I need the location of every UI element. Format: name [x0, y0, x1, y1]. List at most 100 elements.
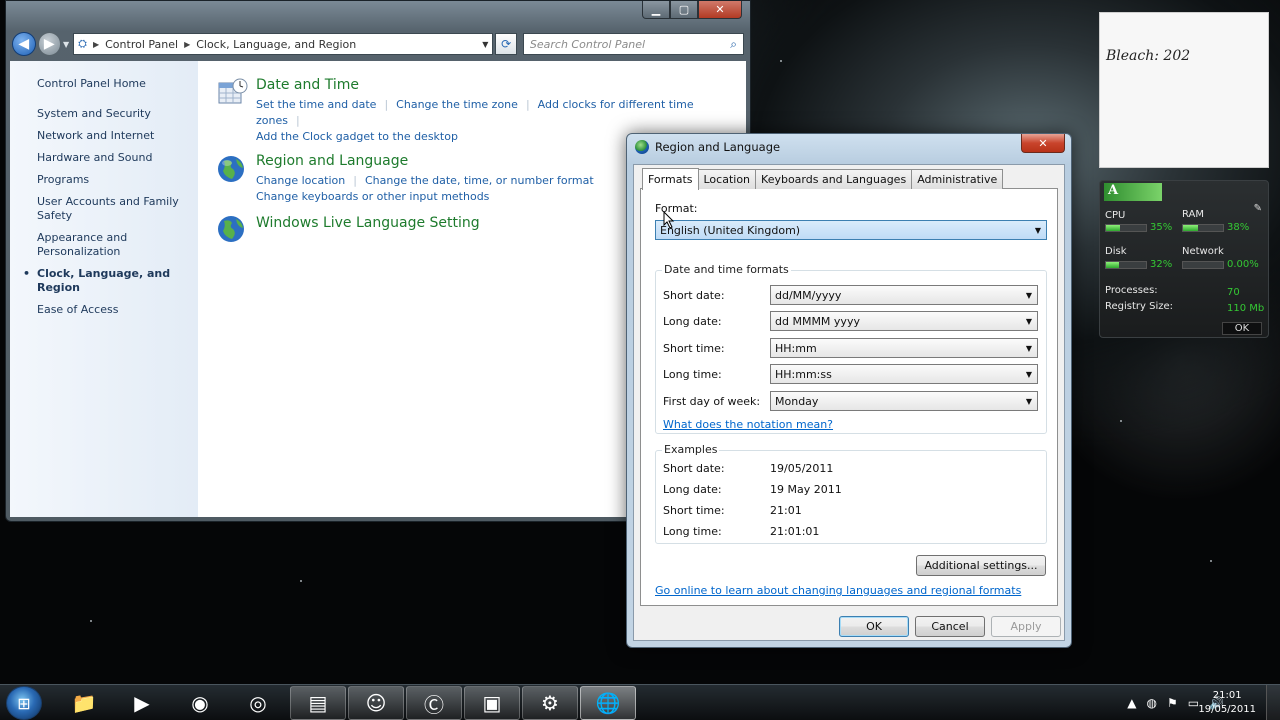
- tab-formats[interactable]: Formats: [642, 168, 699, 190]
- long-time-select[interactable]: HH:mm:ss ▼: [770, 364, 1038, 384]
- messenger-icon[interactable]: ☺: [348, 686, 404, 720]
- set-time-date-link[interactable]: Set the time and date: [256, 98, 376, 111]
- tab-keyboards-languages[interactable]: Keyboards and Languages: [755, 169, 913, 189]
- date-time-title[interactable]: Date and Time: [256, 77, 746, 93]
- address-dropdown-icon[interactable]: ▼: [482, 40, 488, 49]
- sidebar-item-home[interactable]: Control Panel Home: [37, 77, 198, 91]
- search-placeholder: Search Control Panel: [529, 37, 646, 51]
- breadcrumb-separator-icon[interactable]: ▶: [93, 40, 99, 49]
- long-time-label: Long time:: [663, 368, 722, 381]
- ccleaner-icon[interactable]: Ⓒ: [406, 686, 462, 720]
- pin-icon[interactable]: ✎: [1254, 203, 1262, 214]
- short-time-select[interactable]: HH:mm ▼: [770, 338, 1038, 358]
- registry-label: Registry Size:: [1105, 301, 1174, 312]
- search-icon[interactable]: ⌕: [730, 37, 737, 52]
- change-format-link[interactable]: Change the date, time, or number format: [365, 174, 594, 187]
- change-location-link[interactable]: Change location: [256, 174, 345, 187]
- control-panel-icon: ⛭: [78, 37, 87, 50]
- explorer-icon[interactable]: 📁: [56, 686, 112, 720]
- change-keyboards-link[interactable]: Change keyboards or other input methods: [256, 190, 489, 203]
- sidebar-item-user-accounts[interactable]: User Accounts and Family Safety: [37, 195, 198, 223]
- close-button[interactable]: ✕: [698, 1, 742, 19]
- chrome-icon[interactable]: ◉: [172, 686, 228, 720]
- windows-live-language-title[interactable]: Windows Live Language Setting: [256, 213, 480, 241]
- mouse-cursor-icon: [663, 211, 675, 229]
- breadcrumb-separator-icon[interactable]: ▶: [184, 40, 190, 49]
- clock-date: 19/05/2011: [1198, 704, 1256, 715]
- address-bar[interactable]: ⛭ ▶ Control Panel ▶ Clock, Language, and…: [73, 33, 494, 55]
- example-short-time-value: 21:01: [770, 504, 802, 517]
- minimize-button[interactable]: ▁: [642, 1, 670, 19]
- go-online-link[interactable]: Go online to learn about changing langua…: [655, 584, 1021, 597]
- refresh-button[interactable]: ⟳: [495, 33, 517, 55]
- window-caption-buttons: ▁ ▢ ✕: [642, 1, 742, 19]
- show-desktop-button[interactable]: [1266, 685, 1280, 720]
- ram-label: RAM: [1182, 209, 1205, 220]
- gpu-icon[interactable]: ▣: [464, 686, 520, 720]
- example-short-time-label: Short time:: [663, 504, 725, 517]
- recent-pages-dropdown[interactable]: ▼: [63, 40, 69, 49]
- chevron-down-icon: ▼: [1025, 369, 1032, 379]
- registry-value: 110 Mb: [1227, 303, 1265, 314]
- meter-ok-button[interactable]: OK: [1222, 322, 1262, 335]
- start-button[interactable]: ⊞: [6, 686, 42, 720]
- examples-title: Examples: [662, 443, 720, 456]
- region-globe-icon[interactable]: 🌐: [580, 686, 636, 720]
- sidebar-item-hardware[interactable]: Hardware and Sound: [37, 151, 198, 165]
- sidebar-item-system-security[interactable]: System and Security: [37, 107, 198, 121]
- example-long-time-label: Long time:: [663, 525, 722, 538]
- globe-icon: [216, 213, 248, 245]
- action-center-flag-icon[interactable]: ⚑: [1167, 696, 1178, 710]
- chevron-down-icon: ▼: [1025, 396, 1032, 406]
- chevron-down-icon: ▼: [1034, 225, 1041, 235]
- example-long-date-label: Long date:: [663, 483, 722, 496]
- apply-button[interactable]: Apply: [991, 616, 1061, 637]
- additional-settings-button[interactable]: Additional settings...: [916, 555, 1046, 576]
- short-date-select[interactable]: dd/MM/yyyy ▼: [770, 285, 1038, 305]
- network-bar: [1182, 261, 1224, 269]
- tab-administrative[interactable]: Administrative: [911, 169, 1004, 189]
- cpu-percent: 35%: [1150, 222, 1173, 233]
- first-day-label: First day of week:: [663, 395, 761, 408]
- sidebar-item-network[interactable]: Network and Internet: [37, 129, 198, 143]
- maximize-button[interactable]: ▢: [670, 1, 698, 19]
- dialog-title: Region and Language: [655, 140, 781, 154]
- add-clock-gadget-link[interactable]: Add the Clock gadget to the desktop: [256, 130, 458, 143]
- show-hidden-icons-icon[interactable]: ▲: [1127, 696, 1136, 710]
- region-language-title[interactable]: Region and Language: [256, 153, 594, 169]
- network-icon[interactable]: ▭: [1188, 696, 1199, 710]
- breadcrumb-root[interactable]: Control Panel: [105, 38, 178, 51]
- notation-help-link[interactable]: What does the notation mean?: [663, 418, 833, 431]
- control-panel-icon[interactable]: ⚙: [522, 686, 578, 720]
- sticky-note-gadget[interactable]: Bleach: 202: [1099, 12, 1269, 168]
- breadcrumb-current[interactable]: Clock, Language, and Region: [196, 38, 356, 51]
- globe-icon: [216, 153, 248, 185]
- forward-button[interactable]: ▶: [37, 32, 61, 56]
- formats-panel: Format: English (United Kingdom) ▼ Date …: [640, 188, 1058, 606]
- processes-value: 70: [1227, 287, 1240, 298]
- sidebar-item-clock-language[interactable]: Clock, Language, and Region: [23, 267, 198, 295]
- long-date-select[interactable]: dd MMMM yyyy ▼: [770, 311, 1038, 331]
- region-language-dialog: Region and Language ✕ Formats Location K…: [626, 133, 1072, 648]
- sidebar-item-appearance[interactable]: Appearance and Personalization: [37, 231, 198, 259]
- first-day-value: Monday: [775, 394, 819, 408]
- notification-icon[interactable]: ◍: [1146, 696, 1156, 710]
- calendar-clock-icon: [216, 77, 248, 109]
- cancel-button[interactable]: Cancel: [915, 616, 985, 637]
- ok-button[interactable]: OK: [839, 616, 909, 637]
- format-select[interactable]: English (United Kingdom) ▼: [655, 220, 1047, 240]
- ram-bar: [1182, 224, 1224, 232]
- search-input[interactable]: Search Control Panel ⌕: [522, 33, 745, 55]
- first-day-select[interactable]: Monday ▼: [770, 391, 1038, 411]
- firefox-icon[interactable]: ◎: [230, 686, 286, 720]
- dialog-close-button[interactable]: ✕: [1021, 134, 1065, 153]
- date-time-formats-title: Date and time formats: [662, 263, 791, 276]
- sidebar-item-ease-of-access[interactable]: Ease of Access: [37, 303, 198, 317]
- back-button[interactable]: ◀: [12, 32, 36, 56]
- media-player-icon[interactable]: ▶: [114, 686, 170, 720]
- change-time-zone-link[interactable]: Change the time zone: [396, 98, 518, 111]
- taskbar-clock[interactable]: 21:01 19/05/2011: [1198, 689, 1256, 717]
- sidebar-item-programs[interactable]: Programs: [37, 173, 198, 187]
- tab-location[interactable]: Location: [697, 169, 757, 189]
- folder-icon[interactable]: ▤: [290, 686, 346, 720]
